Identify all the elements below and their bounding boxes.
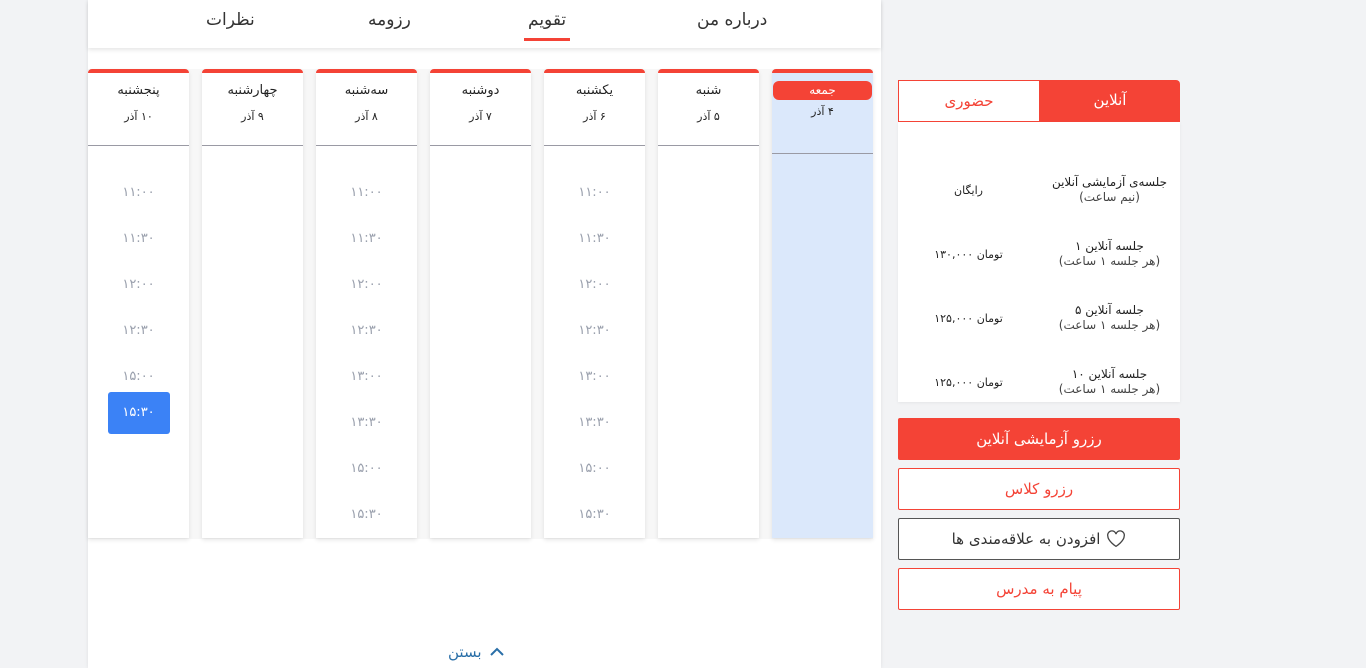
day-column: جمعه ۴ آذر bbox=[772, 69, 873, 538]
day-header: چهارشنبه ۹ آذر bbox=[202, 73, 303, 146]
time-slot[interactable]: ۱۵:۰۰ bbox=[336, 458, 398, 479]
day-header: جمعه ۴ آذر bbox=[772, 81, 873, 154]
tab-reviews[interactable]: نظرات bbox=[206, 10, 255, 30]
tab-in-person[interactable]: حضوری bbox=[898, 80, 1040, 122]
time-slot[interactable]: ۱۲:۳۰ bbox=[108, 320, 170, 341]
day-column: چهارشنبه ۹ آذر bbox=[202, 69, 303, 538]
day-header: یکشنبه ۶ آذر bbox=[544, 73, 645, 146]
time-slot[interactable]: ۱۲:۰۰ bbox=[108, 274, 170, 295]
time-slot[interactable]: ۱۵:۳۰ bbox=[336, 504, 398, 525]
time-slot[interactable]: ۱۳:۳۰ bbox=[336, 412, 398, 433]
time-slot[interactable]: ۱۵:۰۰ bbox=[564, 458, 626, 479]
profile-tabs: درباره من تقویم رزومه نظرات bbox=[88, 0, 881, 48]
package-name: ۱ جلسه آنلاین (هر جلسه ۱ ساعت) bbox=[1039, 239, 1180, 269]
package-name: ۵ جلسه آنلاین (هر جلسه ۱ ساعت) bbox=[1039, 303, 1180, 333]
book-class-button[interactable]: رزرو کلاس bbox=[898, 468, 1180, 510]
day-header: سه‌شنبه ۸ آذر bbox=[316, 73, 417, 146]
booking-sidebar: حضوری آنلاین جلسه‌ی آزمایشی آنلاین (نیم س… bbox=[898, 80, 1180, 610]
day-date: ۱۰ آذر bbox=[124, 110, 153, 123]
time-slot[interactable]: ۱۲:۳۰ bbox=[336, 320, 398, 341]
calendar-panel: درباره من تقویم رزومه نظرات جمعه ۴ آذر شنب… bbox=[88, 0, 881, 668]
package-duration: (هر جلسه ۱ ساعت) bbox=[1058, 254, 1161, 268]
heart-icon bbox=[1107, 530, 1126, 548]
time-slot[interactable]: ۱۱:۳۰ bbox=[108, 228, 170, 249]
time-slot[interactable]: ۱۳:۰۰ bbox=[336, 366, 398, 387]
time-slot[interactable]: ۱۵:۳۰ bbox=[107, 392, 170, 434]
price-row: ۱ جلسه آنلاین (هر جلسه ۱ ساعت) ۱۳۰,۰۰۰ توم… bbox=[898, 222, 1180, 286]
time-slot[interactable]: ۱۲:۳۰ bbox=[564, 320, 626, 341]
day-header: دوشنبه ۷ آذر bbox=[430, 73, 531, 146]
tab-resume[interactable]: رزومه bbox=[368, 10, 411, 30]
favorite-label: افزودن به علاقه‌مندی ها bbox=[951, 530, 1101, 548]
day-date: ۷ آذر bbox=[469, 110, 492, 123]
time-slot[interactable]: ۱۵:۳۰ bbox=[564, 504, 626, 525]
close-button[interactable]: بستن bbox=[448, 643, 504, 661]
day-column: دوشنبه ۷ آذر bbox=[430, 69, 531, 538]
package-title: ۱ جلسه آنلاین bbox=[1075, 239, 1144, 253]
time-slot[interactable]: ۱۳:۳۰ bbox=[564, 412, 626, 433]
book-trial-button[interactable]: رزرو آزمایشی آنلاین bbox=[898, 418, 1180, 460]
day-header: شنبه ۵ آذر bbox=[658, 73, 759, 146]
time-slot[interactable]: ۱۱:۰۰ bbox=[336, 182, 398, 203]
today-badge: جمعه bbox=[773, 81, 872, 100]
package-price: رایگان bbox=[954, 183, 983, 197]
time-slot[interactable]: ۱۱:۰۰ bbox=[564, 182, 626, 203]
package-title: ۵ جلسه آنلاین bbox=[1075, 303, 1144, 317]
day-column: شنبه ۵ آذر bbox=[658, 69, 759, 538]
day-name: دوشنبه bbox=[461, 83, 500, 98]
day-name: سه‌شنبه bbox=[344, 83, 389, 98]
day-name: پنجشنبه bbox=[117, 83, 160, 98]
pricing-tabs: حضوری آنلاین bbox=[898, 80, 1180, 122]
time-slot[interactable]: ۱۱:۳۰ bbox=[336, 228, 398, 249]
day-header: پنجشنبه ۱۰ آذر bbox=[88, 73, 189, 146]
day-date: ۴ آذر bbox=[811, 105, 834, 118]
package-duration: (هر جلسه ۱ ساعت) bbox=[1058, 382, 1161, 396]
day-column: سه‌شنبه ۸ آذر ۱۱:۰۰ ۱۱:۳۰ ۱۲:۰۰ ۱۲:۳۰ ۱۳:۰۰ ۱۳:… bbox=[316, 69, 417, 538]
message-teacher-button[interactable]: پیام به مدرس bbox=[898, 568, 1180, 610]
add-favorite-button[interactable]: افزودن به علاقه‌مندی ها bbox=[898, 518, 1180, 560]
price-row: ۵ جلسه آنلاین (هر جلسه ۱ ساعت) ۱۲۵,۰۰۰ توم… bbox=[898, 286, 1180, 350]
chevron-up-icon bbox=[489, 647, 504, 656]
time-slot[interactable]: ۱۱:۰۰ bbox=[108, 182, 170, 203]
week-columns: جمعه ۴ آذر شنبه ۵ آذر یکشنبه ۶ آذر ۱۱:۰۰ ۱۱:۳۰ ۱… bbox=[88, 69, 873, 539]
day-name: یکشنبه bbox=[575, 83, 614, 98]
day-date: ۶ آذر bbox=[583, 110, 606, 123]
day-name: شنبه bbox=[695, 83, 722, 98]
day-date: ۸ آذر bbox=[355, 110, 378, 123]
price-list: جلسه‌ی آزمایشی آنلاین (نیم ساعت) رایگان ۱ ج… bbox=[898, 122, 1180, 402]
close-label: بستن bbox=[448, 643, 482, 661]
price-row: ۱۰ جلسه آنلاین (هر جلسه ۱ ساعت) ۱۲۵,۰۰۰ تو… bbox=[898, 350, 1180, 414]
package-name: ۱۰ جلسه آنلاین (هر جلسه ۱ ساعت) bbox=[1039, 367, 1180, 397]
tab-about[interactable]: درباره من bbox=[697, 10, 767, 30]
time-slot[interactable]: ۱۳:۰۰ bbox=[564, 366, 626, 387]
package-title: ۱۰ جلسه آنلاین bbox=[1071, 367, 1148, 381]
time-slot[interactable]: ۱۱:۳۰ bbox=[564, 228, 626, 249]
package-price: ۱۳۰,۰۰۰ تومان bbox=[934, 247, 1003, 261]
day-column: یکشنبه ۶ آذر ۱۱:۰۰ ۱۱:۳۰ ۱۲:۰۰ ۱۲:۳۰ ۱۳:۰۰ ۱۳:۳… bbox=[544, 69, 645, 538]
tab-calendar[interactable]: تقویم bbox=[523, 10, 571, 41]
day-column: پنجشنبه ۱۰ آذر ۱۱:۰۰ ۱۱:۳۰ ۱۲:۰۰ ۱۲:۳۰ ۱۵:۰۰ ۱۵… bbox=[88, 69, 189, 538]
time-slot[interactable]: ۱۲:۰۰ bbox=[564, 274, 626, 295]
tab-online[interactable]: آنلاین bbox=[1040, 80, 1180, 122]
package-duration: (نیم ساعت) bbox=[1079, 190, 1140, 204]
package-name: جلسه‌ی آزمایشی آنلاین (نیم ساعت) bbox=[1039, 175, 1180, 205]
day-name: چهارشنبه bbox=[227, 83, 278, 98]
time-slot[interactable]: ۱۵:۰۰ bbox=[108, 366, 170, 387]
price-row: جلسه‌ی آزمایشی آنلاین (نیم ساعت) رایگان bbox=[898, 158, 1180, 222]
package-duration: (هر جلسه ۱ ساعت) bbox=[1058, 318, 1161, 332]
day-date: ۵ آذر bbox=[697, 110, 720, 123]
day-date: ۹ آذر bbox=[241, 110, 264, 123]
time-slot[interactable]: ۱۲:۰۰ bbox=[336, 274, 398, 295]
package-price: ۱۲۵,۰۰۰ تومان bbox=[934, 375, 1003, 389]
package-price: ۱۲۵,۰۰۰ تومان bbox=[934, 311, 1003, 325]
package-title: جلسه‌ی آزمایشی آنلاین bbox=[1051, 175, 1168, 189]
